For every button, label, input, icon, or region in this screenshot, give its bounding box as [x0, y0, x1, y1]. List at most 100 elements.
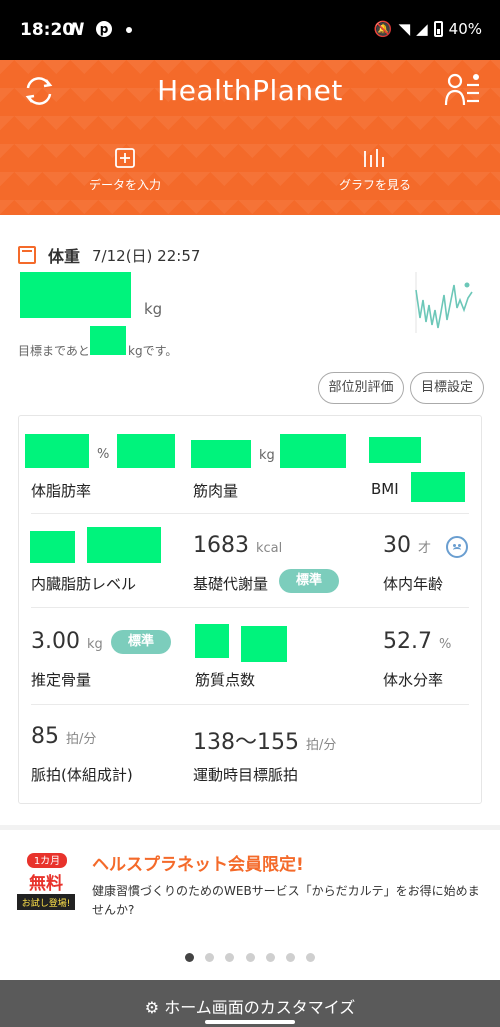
- bone-value: 3.00: [31, 629, 80, 654]
- muscle-score-label: 筋質点数: [195, 671, 256, 689]
- muscle-label: 筋肉量: [193, 482, 239, 500]
- metrics-grid: % 体脂肪率 kg 筋肉量 BMI 内臓脂肪レベル 1683 kcal 基礎代謝…: [18, 415, 482, 804]
- pulse-value: 85: [31, 724, 59, 749]
- target-pulse-value: 138〜155: [193, 730, 299, 755]
- wifi-icon: ◥: [398, 20, 411, 38]
- promo-text: 健康習慣づくりのためのWEBサービス「からだカルテ」をお得に始めませんか?: [92, 884, 480, 917]
- weight-label: 体重: [48, 247, 81, 266]
- target-pulse-value-group: 138〜155 拍/分: [193, 724, 336, 756]
- carousel-dot[interactable]: [265, 953, 275, 962]
- carousel-dot[interactable]: [285, 953, 295, 962]
- body-age-unit: 才: [418, 541, 432, 556]
- gear-icon: ⚙: [144, 998, 160, 1017]
- pulse-unit: 拍/分: [66, 732, 97, 747]
- bone-status-badge: 標準: [111, 630, 171, 654]
- bone-value-group: 3.00 kg: [31, 629, 103, 654]
- bmi-label: BMI: [371, 480, 399, 498]
- bmi-value-redacted: [369, 437, 421, 463]
- carousel-dot[interactable]: [185, 953, 195, 962]
- muscle-score-delta-redacted: [241, 626, 287, 662]
- bmr-status-badge: 標準: [279, 569, 339, 593]
- user-menu-icon[interactable]: [444, 72, 482, 108]
- carousel-dot[interactable]: [305, 953, 315, 962]
- row-divider: [31, 704, 469, 705]
- goal-suffix: kgです。: [128, 344, 178, 358]
- free-trial-badge-icon: 1カ月 無料 お試し登場!: [15, 852, 77, 914]
- water-value-group: 52.7 %: [383, 629, 451, 654]
- body-age-value-group: 30 才: [383, 533, 431, 558]
- bmr-value-group: 1683 kcal: [193, 533, 282, 558]
- battery-icon: [433, 21, 443, 37]
- target-pulse-unit: 拍/分: [305, 738, 337, 753]
- weight-value-redacted: [20, 272, 131, 318]
- sad-face-icon: [446, 536, 468, 558]
- scale-icon: [18, 246, 36, 264]
- customize-home-bar[interactable]: ⚙ ホーム画面のカスタマイズ: [0, 980, 500, 1027]
- pulse-value-group: 85 拍/分: [31, 724, 96, 749]
- more-notifications-dot-icon: [126, 27, 132, 33]
- measurement-card: 体重 7/12(日) 22:57 kg 目標まであと kgです。 部位別評価 目…: [0, 215, 500, 825]
- signal-icon: ◢: [416, 20, 428, 38]
- bar-chart-icon: [364, 149, 384, 167]
- row-divider: [31, 607, 469, 608]
- weight-unit: kg: [144, 300, 163, 318]
- body-fat-delta-redacted: [117, 434, 175, 468]
- bmr-unit: kcal: [256, 541, 283, 556]
- water-unit: %: [438, 637, 452, 652]
- notification-n-icon: N: [70, 20, 85, 40]
- pulse-label: 脈拍(体組成計): [31, 766, 133, 784]
- view-graph-label: グラフを見る: [338, 178, 411, 192]
- body-age-value: 30: [383, 533, 411, 558]
- carousel-dot[interactable]: [225, 953, 235, 962]
- status-right: 🔕 ◥ ◢ 40%: [374, 20, 482, 38]
- carousel-dots[interactable]: [0, 947, 500, 966]
- app-title: HealthPlanet: [157, 74, 343, 107]
- part-evaluation-button[interactable]: 部位別評価: [318, 372, 404, 404]
- target-pulse-label: 運動時目標脈拍: [193, 766, 299, 784]
- data-input-button[interactable]: データを入力: [45, 146, 205, 193]
- bmr-label: 基礎代謝量: [193, 575, 269, 593]
- gesture-nav-handle[interactable]: [205, 1020, 295, 1024]
- visceral-value-redacted: [30, 531, 75, 563]
- carousel-dot[interactable]: [205, 953, 215, 962]
- row-divider: [31, 513, 469, 514]
- muscle-delta-redacted: [280, 434, 346, 468]
- app-header: HealthPlanet データを入力 グラフを見る: [0, 60, 500, 215]
- visceral-delta-redacted: [87, 527, 161, 563]
- body-fat-unit: %: [97, 447, 110, 462]
- water-label: 体水分率: [383, 671, 444, 689]
- data-input-label: データを入力: [88, 178, 161, 192]
- bmi-extra-redacted: [411, 472, 465, 502]
- goal-value-redacted: [90, 326, 126, 355]
- svg-text:1カ月: 1カ月: [34, 855, 60, 867]
- svg-text:無料: 無料: [29, 873, 63, 894]
- measurement-datetime: 7/12(日) 22:57: [92, 246, 201, 265]
- customize-home-label: ⚙ ホーム画面のカスタマイズ: [0, 994, 500, 1018]
- battery-percent: 40%: [448, 20, 482, 38]
- status-bar: 18:20 N p 🔕 ◥ ◢ 40%: [0, 0, 500, 60]
- pinterest-icon: p: [96, 21, 112, 37]
- status-time: 18:20: [20, 20, 75, 40]
- promo-title: ヘルスプラネット会員限定!: [92, 855, 304, 875]
- bone-unit: kg: [86, 637, 103, 652]
- carousel-dot[interactable]: [245, 953, 255, 962]
- muscle-score-value-redacted: [195, 624, 229, 658]
- view-graph-button[interactable]: グラフを見る: [295, 146, 455, 193]
- goal-setting-button[interactable]: 目標設定: [410, 372, 484, 404]
- body-fat-value-redacted: [25, 434, 89, 468]
- bone-label: 推定骨量: [31, 671, 92, 689]
- body-age-label: 体内年齢: [383, 575, 444, 593]
- customize-home-text: ホーム画面のカスタマイズ: [164, 998, 356, 1017]
- body-fat-label: 体脂肪率: [31, 482, 92, 500]
- weight-trend-sparkline[interactable]: [412, 270, 474, 335]
- promo-banner[interactable]: 1カ月 無料 お試し登場! ヘルスプラネット会員限定! 健康習慣づくりのためのW…: [0, 830, 500, 980]
- muscle-value-redacted: [191, 440, 251, 468]
- svg-text:お試し登場!: お試し登場!: [22, 897, 71, 909]
- plus-square-icon: [115, 148, 135, 168]
- goal-prefix: 目標まであと: [18, 344, 90, 358]
- weight-header: 体重 7/12(日) 22:57: [18, 243, 200, 267]
- visceral-label: 内臓脂肪レベル: [31, 575, 137, 593]
- mute-icon: 🔕: [373, 20, 393, 38]
- muscle-unit: kg: [259, 448, 275, 463]
- bmr-value: 1683: [193, 533, 249, 558]
